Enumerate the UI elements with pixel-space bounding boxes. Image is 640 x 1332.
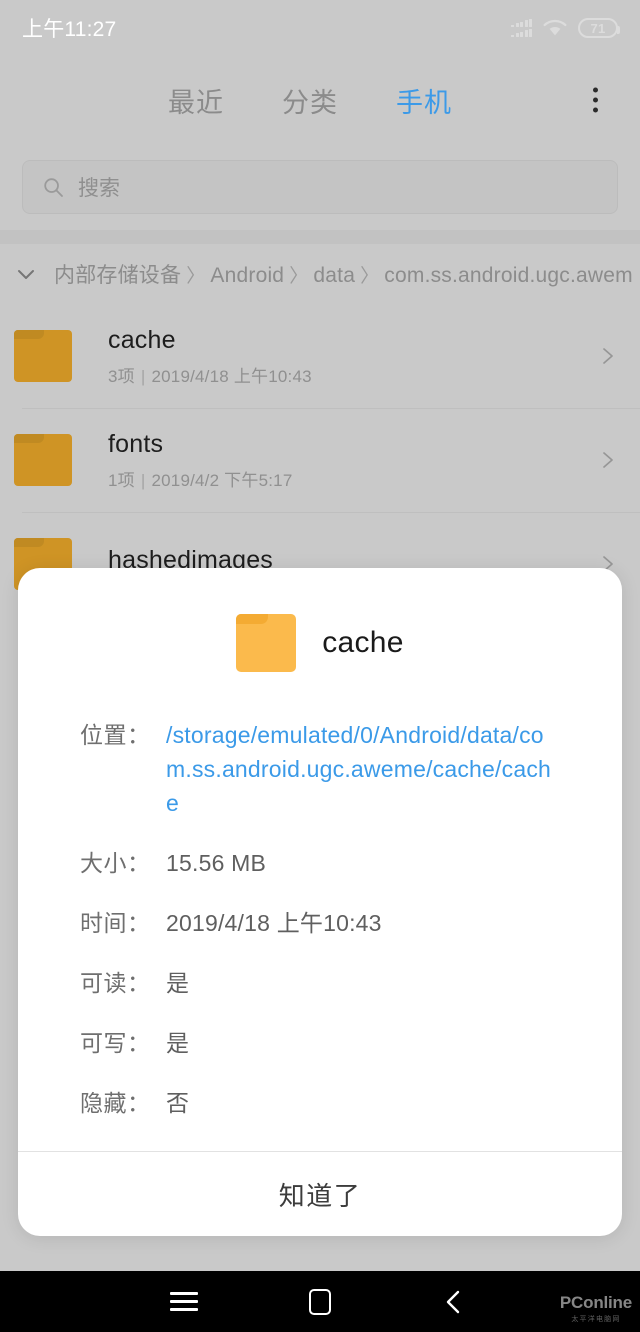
chevron-right-icon — [598, 346, 618, 366]
property-row-size: 大小： 15.56 MB — [80, 846, 560, 880]
android-navigation-bar: PConline 太平洋电脑网 — [0, 1271, 640, 1332]
pconline-watermark: PConline 太平洋电脑网 — [560, 1293, 632, 1324]
breadcrumb[interactable]: 内部存储设备〉 Android 〉 data 〉 com.ss.android.ugc.a… — [0, 244, 640, 304]
breadcrumb-segment[interactable]: Android — [210, 264, 284, 287]
file-name: cache — [108, 325, 176, 354]
signal-bars-icon — [511, 18, 532, 37]
file-date: 2019/4/2 下午5:17 — [151, 470, 293, 490]
chevron-down-icon[interactable] — [14, 262, 38, 286]
property-label: 隐藏： — [80, 1090, 151, 1116]
tab-group: 最近 分类 手机 — [168, 81, 452, 120]
property-row-hidden: 隐藏： 否 — [80, 1086, 560, 1120]
watermark-sub: 太平洋电脑网 — [571, 1316, 621, 1323]
breadcrumb-separator: 〉 — [360, 266, 380, 287]
breadcrumb-segment[interactable]: com.ss.android.ugc.awem — [384, 264, 633, 287]
tab-bar: 最近 分类 手机 — [0, 56, 640, 144]
property-value-hidden: 否 — [166, 1090, 190, 1116]
battery-icon: 71 — [578, 18, 620, 38]
folder-icon — [14, 434, 72, 486]
property-label: 位置： — [80, 722, 151, 748]
property-value-readable: 是 — [166, 970, 190, 996]
dialog-ok-button[interactable]: 知道了 — [18, 1152, 622, 1236]
search-input[interactable]: 搜索 — [22, 160, 618, 214]
tab-category[interactable]: 分类 — [282, 81, 338, 120]
property-row-time: 时间： 2019/4/18 上午10:43 — [80, 906, 560, 940]
search-placeholder: 搜索 — [78, 177, 120, 200]
property-label: 时间： — [80, 910, 151, 936]
menu-icon[interactable] — [160, 1278, 208, 1326]
status-bar-clock: 上午11:27 — [22, 18, 117, 41]
more-vertical-icon[interactable] — [585, 80, 606, 121]
breadcrumb-separator: 〉 — [289, 266, 309, 287]
dialog-body: 位置： /storage/emulated/0/Android/data/com… — [18, 718, 622, 1120]
file-row-text: fonts 1项 | 2019/4/2 下午5:17 — [108, 430, 598, 491]
file-meta: 1项 | 2019/4/2 下午5:17 — [108, 466, 598, 491]
breadcrumb-path[interactable]: 内部存储设备〉 Android 〉 data 〉 com.ss.android.ugc.a… — [54, 259, 633, 289]
breadcrumb-segment[interactable]: data — [313, 264, 355, 287]
file-item-count: 1项 — [108, 470, 135, 490]
file-item-count: 3项 — [108, 366, 135, 386]
file-date: 2019/4/18 上午10:43 — [151, 366, 312, 386]
property-row-writable: 可写： 是 — [80, 1026, 560, 1060]
property-label: 可读： — [80, 970, 151, 996]
breadcrumb-separator: 〉 — [186, 266, 206, 287]
watermark-main: PConline — [559, 1293, 632, 1312]
file-row-text: cache 3项 | 2019/4/18 上午10:43 — [108, 326, 598, 387]
meta-separator: | — [140, 366, 146, 386]
search-bar-container: 搜索 — [0, 144, 640, 230]
dialog-title: cache — [322, 626, 404, 659]
dialog-ok-label: 知道了 — [278, 1180, 362, 1211]
home-square-icon[interactable] — [296, 1278, 344, 1326]
property-value-writable: 是 — [166, 1030, 190, 1056]
property-row-readable: 可读： 是 — [80, 966, 560, 1000]
search-icon — [43, 177, 64, 198]
breadcrumb-segment[interactable]: 内部存储设备 — [54, 264, 181, 287]
folder-icon — [14, 330, 72, 382]
wifi-icon — [543, 19, 567, 37]
table-row[interactable]: cache 3项 | 2019/4/18 上午10:43 — [0, 304, 640, 408]
chevron-right-icon — [598, 450, 618, 470]
dialog-header: cache — [18, 568, 622, 718]
tab-recent[interactable]: 最近 — [168, 81, 224, 120]
property-row-location: 位置： /storage/emulated/0/Android/data/com… — [80, 718, 560, 820]
breadcrumb-shadow — [0, 230, 640, 244]
file-properties-dialog: cache 位置： /storage/emulated/0/Android/da… — [18, 568, 622, 1236]
property-value-time: 2019/4/18 上午10:43 — [166, 910, 382, 936]
status-bar-icons: 71 — [511, 18, 620, 38]
file-name: fonts — [108, 429, 164, 458]
back-chevron-icon[interactable] — [430, 1278, 478, 1326]
property-value-size: 15.56 MB — [166, 850, 267, 876]
meta-separator: | — [140, 470, 146, 490]
battery-percent: 71 — [590, 20, 606, 36]
tab-phone[interactable]: 手机 — [396, 81, 452, 120]
property-label: 大小： — [80, 850, 151, 876]
file-meta: 3项 | 2019/4/18 上午10:43 — [108, 362, 598, 387]
status-bar: 上午11:27 71 — [0, 0, 640, 56]
property-value-location[interactable]: /storage/emulated/0/Android/data/com.ss.… — [166, 718, 560, 820]
property-label: 可写： — [80, 1030, 151, 1056]
folder-icon — [236, 614, 297, 672]
table-row[interactable]: fonts 1项 | 2019/4/2 下午5:17 — [0, 408, 640, 512]
